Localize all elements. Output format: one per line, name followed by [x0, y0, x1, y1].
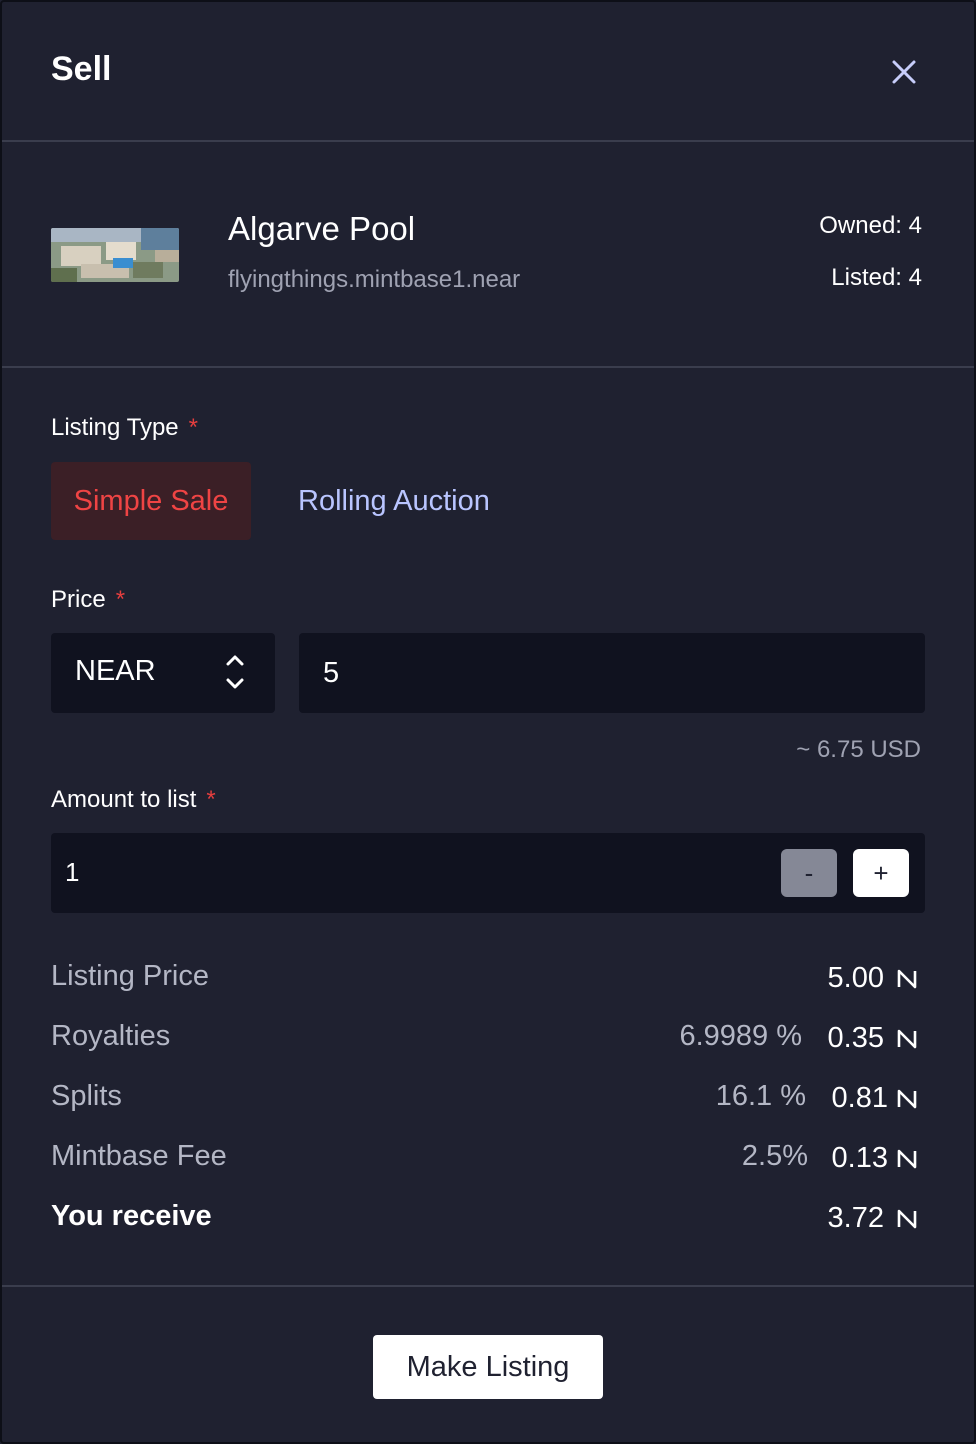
mintbase-fee-value: 0.13 — [831, 1142, 888, 1174]
tab-simple-sale[interactable]: Simple Sale — [51, 462, 251, 540]
sell-modal: Sell Algarve Pool flyingthings.mintbase1… — [0, 0, 976, 1444]
near-icon — [897, 969, 917, 989]
amount-field[interactable]: 1 - + — [51, 833, 925, 913]
royalties-label: Royalties — [51, 1020, 171, 1052]
near-icon — [897, 1029, 917, 1049]
product-info: Algarve Pool flyingthings.mintbase1.near… — [2, 144, 974, 368]
product-store[interactable]: flyingthings.mintbase1.near — [228, 266, 520, 294]
splits-percent: 16.1 % — [715, 1080, 806, 1112]
splits-value: 0.81 — [831, 1082, 888, 1114]
listing-price-label: Listing Price — [51, 960, 209, 992]
mintbase-fee-percent: 2.5% — [741, 1140, 808, 1172]
make-listing-button[interactable]: Make Listing — [373, 1335, 603, 1399]
listed-count: Listed: 4 — [831, 264, 922, 291]
footer-divider — [2, 1285, 974, 1287]
close-icon[interactable] — [886, 54, 922, 90]
you-receive-label: You receive — [51, 1200, 212, 1232]
chevron-up-down-icon — [226, 655, 244, 689]
usd-estimate: ~ 6.75 USD — [796, 736, 921, 763]
amount-label-text: Amount to list — [51, 786, 197, 813]
owned-count: Owned: 4 — [819, 212, 922, 239]
price-label-text: Price — [51, 586, 106, 613]
required-mark: * — [188, 414, 198, 441]
product-name: Algarve Pool — [228, 210, 416, 247]
royalties-value: 0.35 — [827, 1022, 884, 1054]
tab-rolling-auction[interactable]: Rolling Auction — [298, 462, 538, 540]
listing-type-label: Listing Type * — [51, 414, 198, 442]
price-input[interactable] — [299, 633, 925, 713]
mintbase-fee-label: Mintbase Fee — [51, 1140, 227, 1172]
amount-value: 1 — [65, 857, 80, 887]
splits-label: Splits — [51, 1080, 122, 1112]
decrement-button[interactable]: - — [781, 849, 837, 897]
modal-header: Sell — [2, 2, 974, 142]
increment-button[interactable]: + — [853, 849, 909, 897]
listing-price-value: 5.00 — [827, 962, 884, 994]
product-thumbnail — [51, 228, 179, 282]
near-icon — [897, 1209, 917, 1229]
you-receive-value: 3.72 — [827, 1202, 884, 1234]
price-label: Price * — [51, 586, 125, 614]
near-icon — [897, 1149, 917, 1169]
amount-label: Amount to list * — [51, 786, 216, 814]
listing-type-label-text: Listing Type — [51, 414, 179, 441]
required-mark: * — [206, 786, 216, 813]
modal-title: Sell — [51, 50, 112, 88]
currency-value: NEAR — [75, 655, 156, 687]
required-mark: * — [115, 586, 126, 613]
royalties-percent: 6.9989 % — [679, 1020, 802, 1052]
near-icon — [897, 1089, 917, 1109]
